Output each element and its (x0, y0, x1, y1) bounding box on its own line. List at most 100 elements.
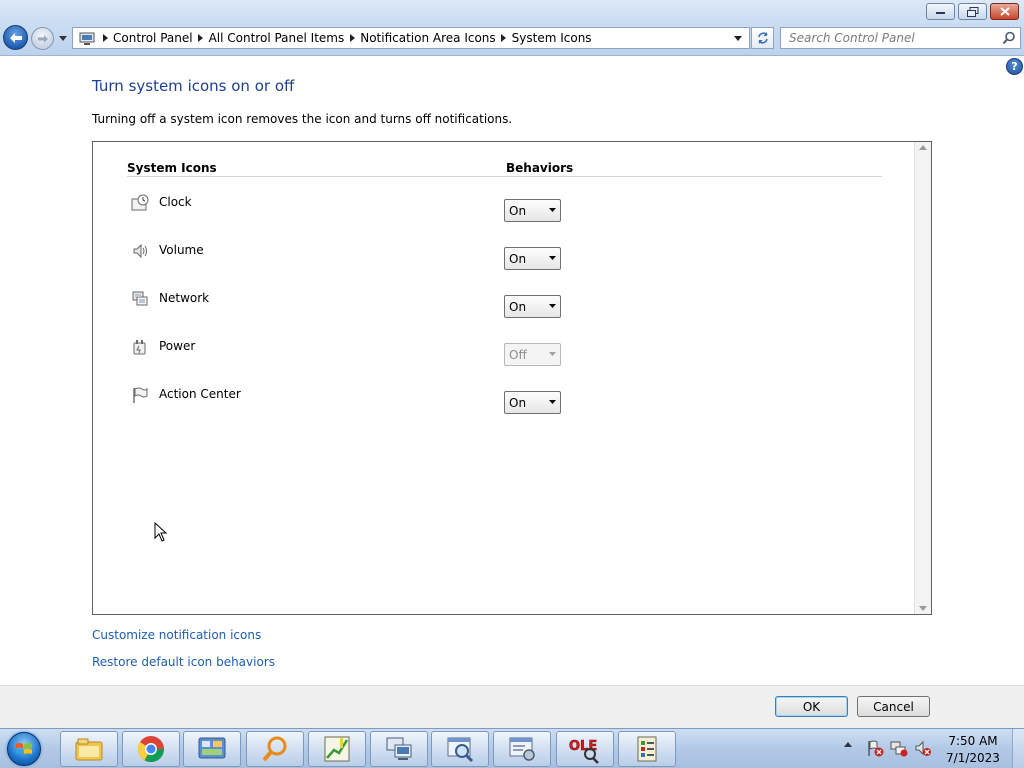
search-box (780, 27, 1021, 49)
refresh-button[interactable] (751, 27, 774, 49)
help-button[interactable]: ? (1006, 58, 1023, 75)
cancel-button[interactable]: Cancel (857, 696, 930, 717)
page-title: Turn system icons on or off (92, 77, 295, 95)
chevron-down-icon (59, 35, 67, 41)
clock-icon (131, 194, 149, 211)
select-value: On (509, 251, 527, 266)
question-mark-icon: ? (1011, 60, 1018, 73)
row-label-power: Power (159, 339, 196, 353)
row-action-center: Action Center On (131, 384, 571, 424)
select-value: On (509, 299, 527, 314)
taskbar-magnifier-window[interactable] (431, 731, 489, 767)
breadcrumb-separator-icon[interactable] (344, 34, 360, 42)
settings-window-icon (509, 737, 535, 761)
row-volume: Volume On (131, 240, 571, 280)
start-button[interactable] (2, 730, 46, 768)
network-tray-icon[interactable] (890, 740, 908, 757)
control-panel-icon (77, 29, 97, 47)
power-behavior-select: Off (504, 343, 561, 366)
ole-viewer-icon: OLE (569, 739, 599, 764)
close-icon (999, 7, 1010, 16)
breadcrumb-control-panel[interactable]: Control Panel (113, 31, 193, 45)
svg-text:OLE: OLE (569, 739, 597, 754)
back-button[interactable] (3, 25, 28, 50)
taskbar-clock-date[interactable]: 7/1/2023 (940, 751, 1006, 765)
network-behavior-select[interactable]: On (504, 295, 561, 318)
power-plug-icon (133, 340, 146, 355)
taskbar-search-tool[interactable] (246, 731, 304, 767)
taskbar-chart-editor[interactable] (308, 731, 366, 767)
address-history-button[interactable] (727, 28, 749, 48)
recent-pages-button[interactable] (57, 31, 69, 45)
row-label-action-center: Action Center (159, 387, 241, 401)
minimize-icon (936, 11, 945, 14)
row-network: Network On (131, 288, 571, 328)
dropdown-arrow-icon (549, 208, 556, 212)
restore-default-behaviors-link[interactable]: Restore default icon behaviors (92, 655, 275, 669)
windows-explorer-icon (75, 738, 103, 761)
column-header-behaviors: Behaviors (506, 161, 574, 175)
dropdown-arrow-icon (549, 352, 556, 356)
taskbar-registry-tool[interactable] (618, 731, 676, 767)
scroll-up-icon[interactable] (919, 145, 927, 150)
scroll-down-icon[interactable] (919, 606, 927, 611)
header-divider (127, 176, 882, 177)
restore-icon (966, 6, 978, 17)
restore-button[interactable] (958, 3, 987, 20)
dialog-footer: OK Cancel (0, 686, 1024, 728)
row-power: Power Off (131, 336, 571, 376)
breadcrumb-separator-icon[interactable] (496, 34, 512, 42)
taskbar: OLE 7:50 AM 7/1/2023 (0, 728, 1024, 768)
dropdown-arrow-icon (549, 256, 556, 260)
chart-editor-icon (324, 736, 350, 762)
action-center-tray-icon[interactable] (866, 740, 884, 757)
title-bar: Control Panel All Control Panel Items No… (0, 0, 1024, 56)
taskbar-network-computer[interactable] (370, 731, 428, 767)
select-value: On (509, 203, 527, 218)
network-computer-icon (386, 737, 412, 760)
taskbar-control-panel[interactable] (183, 731, 241, 767)
clock-behavior-select[interactable]: On (504, 199, 561, 222)
refresh-icon (757, 32, 768, 44)
taskbar-chrome[interactable] (122, 731, 180, 767)
breadcrumb-all-items[interactable]: All Control Panel Items (209, 31, 345, 45)
chevron-down-icon (734, 35, 742, 41)
chrome-icon (137, 736, 165, 763)
arrow-right-icon (37, 34, 48, 43)
row-label-network: Network (159, 291, 210, 305)
vertical-scrollbar[interactable] (914, 142, 931, 614)
ok-button[interactable]: OK (775, 696, 848, 717)
search-magnifier-icon (262, 736, 287, 762)
row-label-volume: Volume (159, 243, 204, 257)
customize-notification-icons-link[interactable]: Customize notification icons (92, 628, 261, 642)
show-hidden-icons-icon[interactable] (844, 742, 852, 747)
search-input[interactable] (781, 28, 991, 48)
minimize-button[interactable] (926, 3, 955, 20)
show-desktop-button[interactable] (1012, 729, 1024, 768)
magnifier-window-icon (447, 737, 474, 763)
taskbar-settings-window[interactable] (493, 731, 551, 767)
taskbar-explorer[interactable] (60, 731, 118, 767)
taskbar-ole-viewer[interactable]: OLE (556, 731, 614, 767)
search-icon[interactable] (1002, 31, 1016, 45)
row-label-clock: Clock (159, 195, 192, 209)
dropdown-arrow-icon (549, 304, 556, 308)
system-icons-list: System Icons Behaviors Clock On Volume O… (92, 141, 932, 615)
network-icon (132, 291, 148, 306)
action-center-behavior-select[interactable]: On (504, 391, 561, 414)
arrow-left-icon (9, 32, 22, 43)
mouse-cursor-icon (154, 522, 168, 542)
select-value: Off (509, 347, 527, 362)
close-button[interactable] (990, 3, 1019, 20)
address-bar[interactable]: Control Panel All Control Panel Items No… (72, 27, 750, 49)
taskbar-clock-time[interactable]: 7:50 AM (940, 734, 1006, 748)
registry-tool-icon (637, 736, 657, 762)
forward-button[interactable] (31, 27, 54, 50)
breadcrumb-notification-area-icons[interactable]: Notification Area Icons (360, 31, 495, 45)
speaker-icon (133, 243, 147, 259)
breadcrumb-system-icons[interactable]: System Icons (512, 31, 592, 45)
breadcrumb-separator-icon[interactable] (97, 34, 113, 42)
volume-behavior-select[interactable]: On (504, 247, 561, 270)
breadcrumb-separator-icon[interactable] (193, 34, 209, 42)
volume-muted-tray-icon[interactable] (914, 740, 932, 757)
